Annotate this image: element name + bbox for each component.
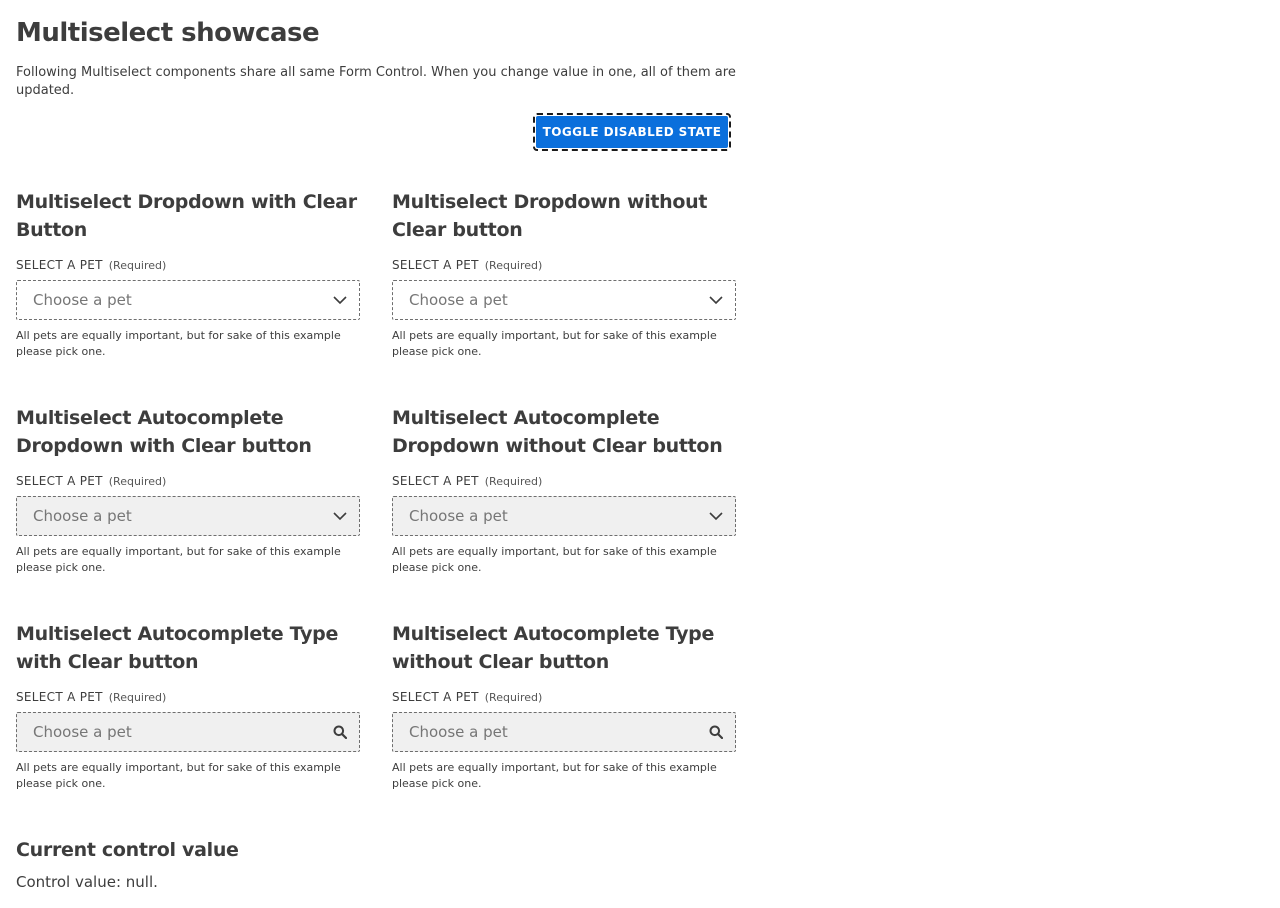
help-text: All pets are equally important, but for … <box>392 545 717 574</box>
field-label: SELECT A PET <box>16 474 103 488</box>
search-icon <box>709 725 723 739</box>
page-title: Multiselect showcase <box>16 18 320 48</box>
pet-search-input[interactable]: Choose a pet <box>392 712 736 752</box>
field-label: SELECT A PET <box>392 258 479 272</box>
chevron-down-icon <box>709 296 723 305</box>
field-title: Multiselect Dropdown without Clear butto… <box>392 191 708 241</box>
current-value-heading: Current control value <box>16 839 239 861</box>
field-autocomplete-dropdown-with-clear: Multiselect Autocomplete Dropdown with C… <box>16 404 360 576</box>
required-marker: (Required) <box>484 475 543 488</box>
label-row: SELECT A PET (Required) <box>16 472 360 488</box>
chevron-down-icon <box>333 296 347 305</box>
required-marker: (Required) <box>108 691 167 704</box>
field-label: SELECT A PET <box>16 690 103 704</box>
pet-search-input[interactable]: Choose a pet <box>16 712 360 752</box>
pet-multiselect[interactable]: Choose a pet <box>16 280 360 320</box>
label-row: SELECT A PET (Required) <box>16 688 360 704</box>
placeholder-text: Choose a pet <box>409 291 508 309</box>
placeholder-text: Choose a pet <box>33 723 132 741</box>
help-text: All pets are equally important, but for … <box>16 545 341 574</box>
placeholder-text: Choose a pet <box>33 507 132 525</box>
field-title: Multiselect Autocomplete Type without Cl… <box>392 623 715 673</box>
field-label: SELECT A PET <box>16 258 103 272</box>
intro-text: Following Multiselect components share a… <box>16 65 736 98</box>
field-dropdown-with-clear: Multiselect Dropdown with Clear Button S… <box>16 188 360 360</box>
field-dropdown-without-clear: Multiselect Dropdown without Clear butto… <box>392 188 736 360</box>
placeholder-text: Choose a pet <box>409 723 508 741</box>
search-icon <box>333 725 347 739</box>
placeholder-text: Choose a pet <box>409 507 508 525</box>
field-title: Multiselect Autocomplete Type with Clear… <box>16 623 339 673</box>
placeholder-text: Choose a pet <box>33 291 132 309</box>
help-text: All pets are equally important, but for … <box>392 761 717 790</box>
required-marker: (Required) <box>108 259 167 272</box>
field-title: Multiselect Autocomplete Dropdown with C… <box>16 407 312 457</box>
pet-autocomplete-input[interactable]: Choose a pet <box>392 496 736 536</box>
label-row: SELECT A PET (Required) <box>16 256 360 272</box>
field-title: Multiselect Autocomplete Dropdown withou… <box>392 407 723 457</box>
field-label: SELECT A PET <box>392 690 479 704</box>
help-text: All pets are equally important, but for … <box>392 329 717 358</box>
help-text: All pets are equally important, but for … <box>16 329 341 358</box>
field-autocomplete-type-with-clear: Multiselect Autocomplete Type with Clear… <box>16 620 360 792</box>
chevron-down-icon[interactable] <box>709 510 723 522</box>
required-marker: (Required) <box>484 259 543 272</box>
pet-multiselect[interactable]: Choose a pet <box>392 280 736 320</box>
required-marker: (Required) <box>484 691 543 704</box>
help-text: All pets are equally important, but for … <box>16 761 341 790</box>
pet-autocomplete-input[interactable]: Choose a pet <box>16 496 360 536</box>
required-marker: (Required) <box>108 475 167 488</box>
chevron-down-icon[interactable] <box>333 510 347 522</box>
toggle-disabled-state-button[interactable]: TOGGLE DISABLED STATE <box>536 116 728 148</box>
field-autocomplete-type-without-clear: Multiselect Autocomplete Type without Cl… <box>392 620 736 792</box>
current-value-text: Control value: null. <box>16 873 158 891</box>
label-row: SELECT A PET (Required) <box>392 688 736 704</box>
field-autocomplete-dropdown-without-clear: Multiselect Autocomplete Dropdown withou… <box>392 404 736 576</box>
label-row: SELECT A PET (Required) <box>392 256 736 272</box>
field-label: SELECT A PET <box>392 474 479 488</box>
label-row: SELECT A PET (Required) <box>392 472 736 488</box>
field-title: Multiselect Dropdown with Clear Button <box>16 191 357 241</box>
